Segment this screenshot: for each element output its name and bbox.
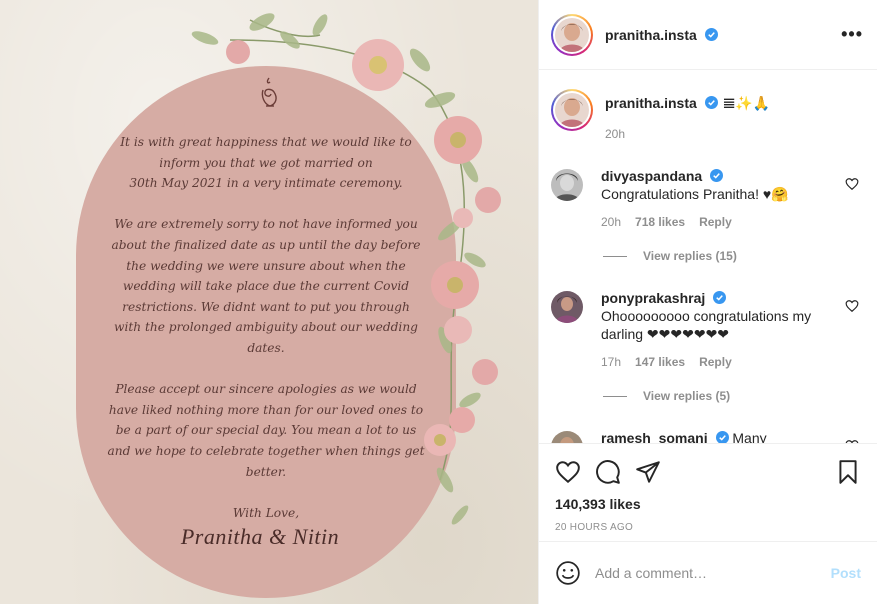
caption-text: 𝌆✨🙏 — [722, 95, 771, 111]
reply-button[interactable]: Reply — [699, 213, 732, 231]
replies-divider — [603, 255, 627, 257]
comment-username[interactable]: divyaspandana — [601, 168, 702, 184]
avatar-photo-icon — [555, 93, 589, 127]
post-actions: 140,393 likes 20 HOURS AGO — [539, 443, 877, 541]
caption-body: pranitha.insta 𝌆✨🙏 20h — [605, 89, 770, 141]
like-heart-icon[interactable] — [555, 459, 581, 485]
comment-item: divyaspandana Congratulations Pranitha! … — [551, 167, 863, 231]
comment-item: ramesh_somani Many — [551, 429, 863, 443]
commenter-avatar[interactable] — [551, 291, 583, 323]
comment-text-content: Ohooooooooo congratulations my darling ❤… — [601, 308, 812, 342]
invite-paragraph-3: Please accept our sincere apologies as w… — [107, 382, 425, 479]
more-options-icon[interactable]: ••• — [841, 24, 863, 45]
comment-username[interactable]: ramesh_somani — [601, 430, 708, 443]
invitation-text: It is with great happiness that we would… — [96, 132, 436, 503]
save-bookmark-icon[interactable] — [835, 459, 861, 485]
comment-time[interactable]: 20h — [601, 213, 621, 231]
comment-bubble-icon[interactable] — [595, 459, 621, 485]
invite-sign-off: With Love, — [232, 506, 300, 520]
comment-item: ponyprakashraj Ohooooooooo congratulatio… — [551, 289, 863, 371]
ganesha-icon — [261, 77, 277, 107]
post-comment-button[interactable]: Post — [831, 565, 861, 581]
caption-time[interactable]: 20h — [605, 127, 770, 141]
commenter-avatar[interactable] — [551, 431, 583, 443]
caption-avatar[interactable] — [551, 89, 593, 131]
verified-badge-icon — [705, 96, 719, 109]
invite-paragraph-1: It is with great happiness that we would… — [120, 135, 412, 191]
likes-count[interactable]: 140,393 likes — [555, 496, 861, 512]
comment-meta: 20h 718 likes Reply — [601, 213, 821, 231]
post-image[interactable]: It is with great happiness that we would… — [0, 0, 538, 604]
post-timestamp[interactable]: 20 HOURS AGO — [555, 522, 861, 533]
post-header: pranitha.insta ••• — [539, 0, 877, 70]
comment-text: Many — [732, 430, 767, 443]
caption-username[interactable]: pranitha.insta — [605, 95, 697, 111]
comment-likes[interactable]: 147 likes — [635, 353, 685, 371]
verified-badge-icon — [704, 27, 718, 41]
view-replies-button[interactable]: View replies (5) — [603, 389, 863, 403]
header-username[interactable]: pranitha.insta — [605, 27, 718, 43]
header-username-text[interactable]: pranitha.insta — [605, 27, 697, 43]
comment-text: Ohooooooooo congratulations my darling ❤… — [601, 307, 821, 343]
comment-text: Congratulations Pranitha! ♥🤗 — [601, 186, 789, 202]
comment-body: divyaspandana Congratulations Pranitha! … — [601, 167, 821, 231]
comment-likes[interactable]: 718 likes — [635, 213, 685, 231]
invite-signature: Pranitha & Nitin — [180, 524, 340, 549]
action-icons-row — [555, 458, 861, 486]
comments-list[interactable]: pranitha.insta 𝌆✨🙏 20h divyaspandana Con… — [539, 71, 877, 443]
reply-button[interactable]: Reply — [699, 353, 732, 371]
comment-body: ramesh_somani Many — [601, 429, 821, 443]
emoji-icon[interactable] — [555, 560, 581, 586]
commenter-avatar[interactable] — [551, 169, 583, 201]
caption-row: pranitha.insta 𝌆✨🙏 20h — [551, 89, 863, 141]
profile-avatar[interactable] — [551, 13, 593, 56]
view-replies-label[interactable]: View replies (15) — [643, 249, 737, 263]
comment-meta: 17h 147 likes Reply — [601, 353, 821, 371]
verified-badge-icon — [713, 291, 727, 304]
share-paper-plane-icon[interactable] — [635, 459, 661, 485]
view-replies-label[interactable]: View replies (5) — [643, 389, 730, 403]
comment-time[interactable]: 17h — [601, 353, 621, 371]
avatar-photo-icon — [555, 17, 589, 52]
add-comment-bar: Post — [539, 541, 877, 604]
replies-divider — [603, 395, 627, 397]
verified-badge-icon — [710, 169, 724, 182]
comment-username[interactable]: ponyprakashraj — [601, 290, 705, 306]
add-comment-input[interactable] — [595, 565, 831, 581]
like-comment-icon[interactable] — [845, 299, 859, 313]
invite-paragraph-2: We are extremely sorry to not have infor… — [111, 217, 421, 355]
post-side-panel: pranitha.insta ••• pranitha.insta 𝌆✨🙏 20… — [538, 0, 877, 604]
like-comment-icon[interactable] — [845, 177, 859, 191]
comment-body: ponyprakashraj Ohooooooooo congratulatio… — [601, 289, 821, 371]
view-replies-button[interactable]: View replies (15) — [603, 249, 863, 263]
verified-badge-icon — [715, 431, 729, 443]
